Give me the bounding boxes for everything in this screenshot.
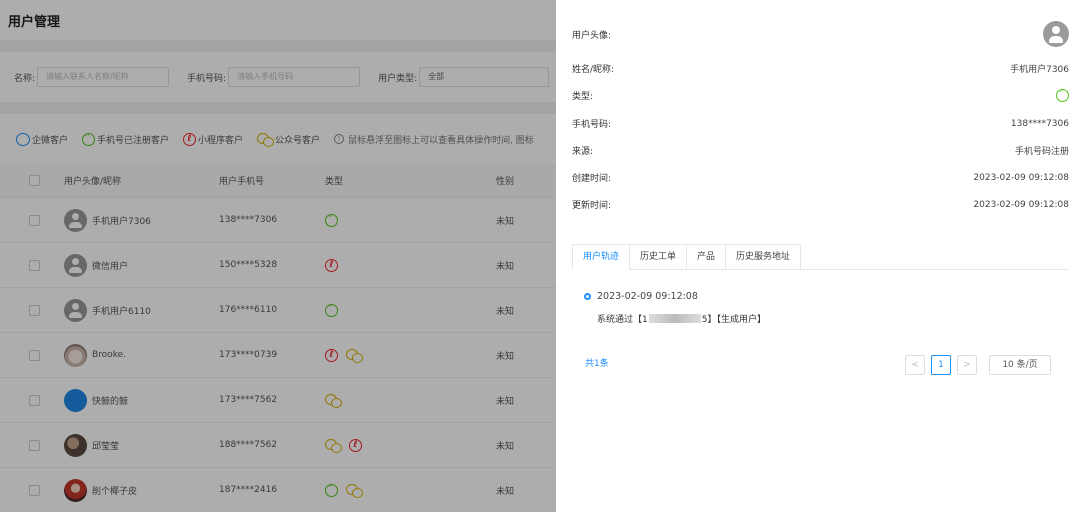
timeline-time: 2023-02-09 09:12:08 <box>597 291 698 302</box>
detail-phone-label: 手机号码: <box>572 120 612 130</box>
detail-avatar-label: 用户头像: <box>572 30 612 41</box>
detail-type-row: 类型: <box>572 87 1069 102</box>
masked-number <box>648 314 701 323</box>
detail-name-label: 姓名/昵称: <box>572 65 615 75</box>
detail-name-value: 手机用户7306 <box>1010 65 1069 75</box>
next-page-button[interactable]: > <box>957 355 977 375</box>
tab-history-addresses[interactable]: 历史服务地址 <box>726 244 802 270</box>
pagination: < 1 > 10 条/页 <box>905 355 1051 375</box>
page-size-select[interactable]: 10 条/页 <box>989 355 1051 375</box>
page-1-button[interactable]: 1 <box>931 355 951 375</box>
pagination-total: 共1条 <box>585 359 609 369</box>
timeline-text-prefix: 系统通过【1 <box>597 315 648 325</box>
detail-phone-row: 手机号码: 138****7306 <box>572 117 1069 131</box>
detail-phone-value: 138****7306 <box>1010 118 1069 129</box>
prev-page-button[interactable]: < <box>905 355 925 375</box>
detail-updated-row: 更新时间: 2023-02-09 09:12:08 <box>572 198 1069 212</box>
timeline-text-suffix: 5】【生成用户】 <box>701 315 766 325</box>
wechat-icon <box>1056 87 1069 102</box>
detail-source-value: 手机号码注册 <box>1014 147 1069 157</box>
detail-avatar-row: 用户头像: <box>572 21 1069 47</box>
detail-source-row: 来源: 手机号码注册 <box>572 144 1069 157</box>
detail-updated-label: 更新时间: <box>572 201 612 211</box>
timeline-text: 系统通过【1 5】【生成用户】 <box>597 312 766 325</box>
timeline-dot <box>584 293 591 300</box>
detail-created-value: 2023-02-09 09:12:08 <box>973 172 1069 183</box>
detail-type-label: 类型: <box>572 92 594 102</box>
user-avatar <box>1043 21 1069 47</box>
tab-user-track[interactable]: 用户轨迹 <box>572 244 631 270</box>
detail-name-row: 姓名/昵称: 手机用户7306 <box>572 62 1069 75</box>
detail-source-label: 来源: <box>572 147 594 157</box>
detail-tabs: 用户轨迹 历史工单 产品 历史服务地址 <box>572 244 802 270</box>
detail-updated-value: 2023-02-09 09:12:08 <box>973 199 1069 210</box>
detail-created-label: 创建时间: <box>572 174 612 184</box>
detail-created-row: 创建时间: 2023-02-09 09:12:08 <box>572 171 1069 185</box>
drawer-mask[interactable] <box>0 0 556 512</box>
user-detail-drawer: 用户头像: 姓名/昵称: 手机用户7306 类型: 手机号码: 138****7… <box>556 0 1080 512</box>
tab-products[interactable]: 产品 <box>687 244 727 270</box>
tab-history-orders[interactable]: 历史工单 <box>630 244 688 270</box>
